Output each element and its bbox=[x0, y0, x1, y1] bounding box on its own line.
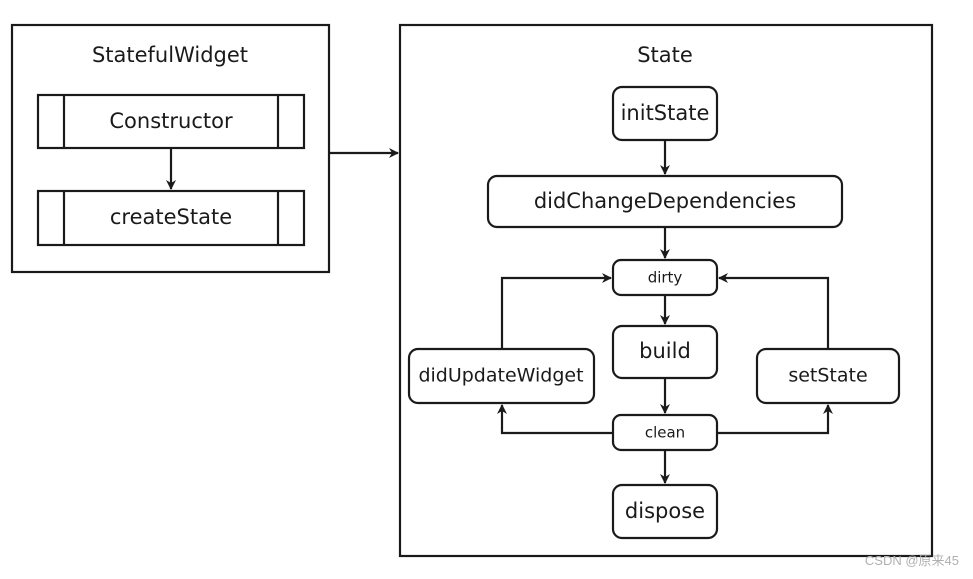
create-state-box: createState bbox=[36, 189, 306, 247]
set-state-node: setState bbox=[755, 347, 901, 405]
create-state-label: createState bbox=[110, 205, 232, 229]
state-title: State bbox=[637, 43, 693, 67]
dispose-label: dispose bbox=[625, 499, 705, 523]
dispose-node: dispose bbox=[611, 483, 719, 540]
did-update-widget-label: didUpdateWidget bbox=[418, 365, 583, 387]
stateful-widget-panel: StatefulWidget Constructor createState bbox=[10, 23, 331, 274]
constructor-label: Constructor bbox=[109, 109, 233, 133]
clean-label: clean bbox=[645, 424, 685, 442]
did-update-widget-node: didUpdateWidget bbox=[407, 347, 596, 405]
init-state-node: initState bbox=[611, 85, 719, 142]
dirty-node: dirty bbox=[611, 258, 719, 297]
dirty-label: dirty bbox=[648, 269, 683, 287]
lifecycle-diagram: StatefulWidget Constructor createState S… bbox=[10, 23, 934, 558]
clean-node: clean bbox=[611, 413, 719, 452]
build-label: build bbox=[639, 339, 691, 363]
init-state-label: initState bbox=[621, 101, 710, 125]
state-panel: State initState didChangeDependencies di… bbox=[398, 23, 934, 558]
did-change-dependencies-label: didChangeDependencies bbox=[534, 189, 796, 213]
set-state-label: setState bbox=[788, 365, 867, 387]
stateful-widget-title: StatefulWidget bbox=[92, 43, 248, 67]
constructor-box: Constructor bbox=[36, 93, 306, 150]
build-node: build bbox=[611, 324, 719, 380]
watermark: CSDN @原来45 bbox=[864, 553, 959, 568]
did-change-dependencies-node: didChangeDependencies bbox=[486, 174, 844, 229]
